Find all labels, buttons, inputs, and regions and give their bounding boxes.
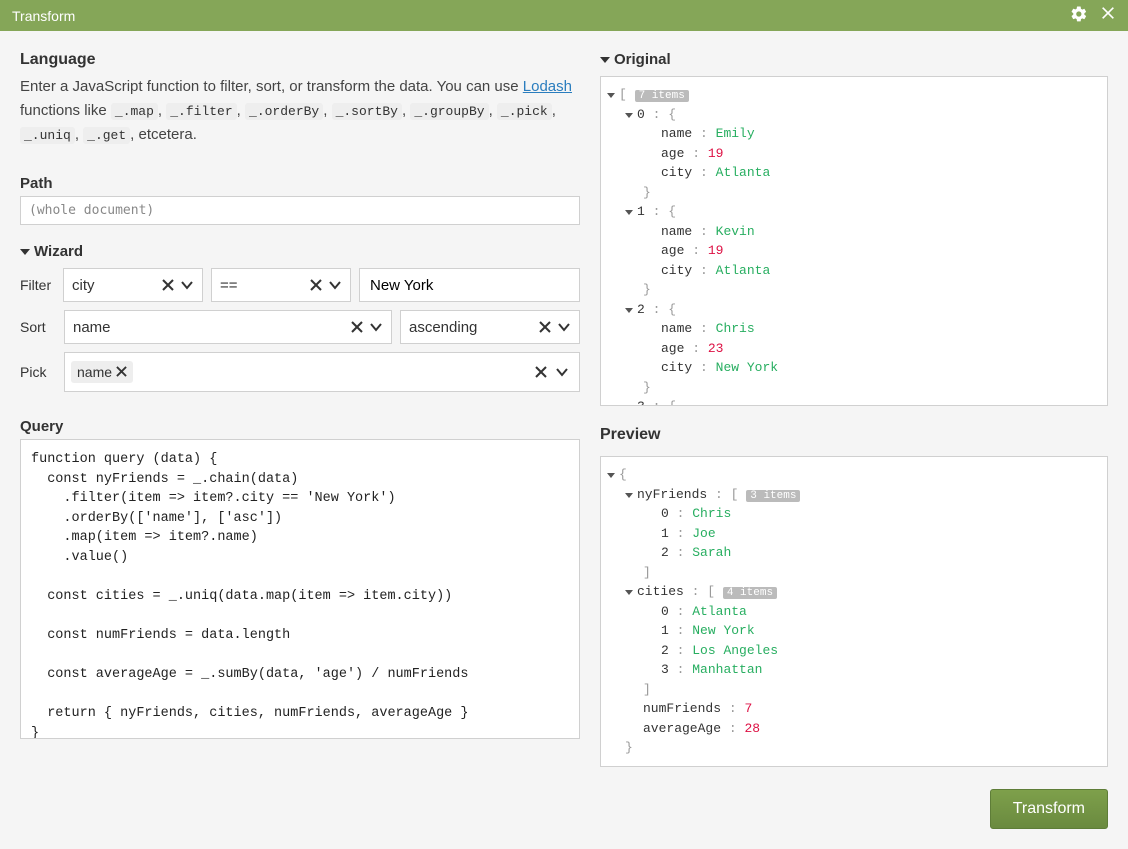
original-json-panel[interactable]: [ 7 items 0 : { name : Emily age : 19 ci… (600, 76, 1108, 406)
fn-pick: _.pick (497, 103, 552, 120)
fn-sortby: _.sortBy (332, 103, 402, 120)
caret-down-icon (20, 249, 30, 255)
fn-groupby: _.groupBy (410, 103, 488, 120)
original-toggle[interactable]: Original (600, 51, 1108, 68)
clear-icon[interactable] (535, 366, 547, 378)
path-input[interactable] (20, 196, 580, 225)
fn-map: _.map (111, 103, 158, 120)
pick-label: Pick (20, 364, 56, 380)
clear-icon[interactable] (539, 321, 551, 333)
clear-icon[interactable] (310, 279, 322, 291)
fn-orderby: _.orderBy (245, 103, 323, 120)
lodash-link[interactable]: Lodash (523, 78, 572, 95)
language-heading: Language (20, 51, 580, 69)
sort-field-select[interactable]: name (64, 310, 392, 344)
fn-uniq: _.uniq (20, 127, 75, 144)
fn-get: _.get (83, 127, 130, 144)
query-label: Query (20, 418, 580, 435)
sort-label: Sort (20, 319, 56, 335)
tag-remove-icon[interactable] (116, 364, 127, 380)
clear-icon[interactable] (351, 321, 363, 333)
filter-label: Filter (20, 277, 55, 293)
filter-op-select[interactable]: == (211, 268, 351, 302)
path-label: Path (20, 175, 580, 192)
chevron-down-icon[interactable] (180, 278, 194, 292)
chevron-down-icon[interactable] (328, 278, 342, 292)
preview-heading: Preview (600, 426, 1108, 444)
sort-dir-select[interactable]: ascending (400, 310, 580, 344)
wizard-toggle[interactable]: Wizard (20, 243, 580, 260)
close-icon[interactable] (1100, 5, 1116, 26)
filter-value-input[interactable] (359, 268, 580, 302)
pick-tag: name (71, 361, 133, 383)
transform-dialog: Transform Language Enter a JavaScript fu… (0, 0, 1128, 849)
chevron-down-icon[interactable] (557, 320, 571, 334)
pick-select[interactable]: name (64, 352, 580, 392)
transform-button[interactable]: Transform (990, 789, 1108, 829)
titlebar-title: Transform (12, 8, 1070, 24)
preview-json-panel[interactable]: { nyFriends : [ 3 items 0 : Chris 1 : Jo… (600, 456, 1108, 767)
query-textarea[interactable] (20, 439, 580, 739)
chevron-down-icon[interactable] (555, 365, 569, 379)
fn-filter: _.filter (166, 103, 236, 120)
titlebar: Transform (0, 0, 1128, 31)
caret-down-icon (600, 57, 610, 63)
chevron-down-icon[interactable] (369, 320, 383, 334)
clear-icon[interactable] (162, 279, 174, 291)
filter-field-select[interactable]: city (63, 268, 203, 302)
language-description: Enter a JavaScript function to filter, s… (20, 75, 580, 147)
gear-icon[interactable] (1070, 5, 1088, 26)
